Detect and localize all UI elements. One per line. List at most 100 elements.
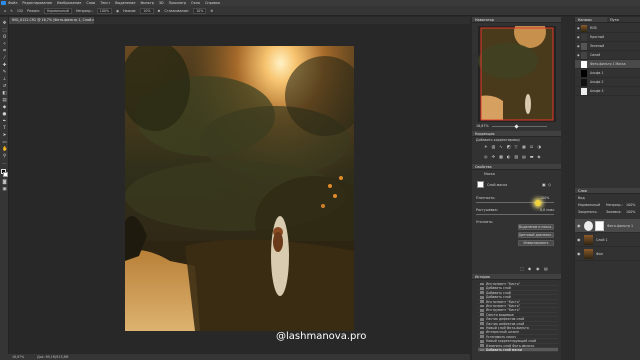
history-item[interactable]: Добавить слой маски	[478, 348, 558, 353]
layers-blend-mode[interactable]: Нормальный	[578, 203, 600, 207]
zoom-tool-icon[interactable]: ⚲	[2, 154, 7, 159]
crop-tool-icon[interactable]: ⌗	[2, 49, 7, 54]
home-icon[interactable]: ⌂	[4, 9, 6, 13]
apply-mask-icon[interactable]: ◆	[528, 266, 531, 271]
delete-mask-icon[interactable]: ▤	[544, 266, 548, 271]
layer-row-photo-filter[interactable]: ◉ Фото-фильтр 1	[575, 219, 640, 233]
airbrush-icon[interactable]: ✱	[158, 9, 161, 13]
adjustments-panel-title[interactable]: Коррекция	[472, 131, 561, 137]
history-panel-title[interactable]: История	[472, 274, 561, 280]
visibility-eye-icon[interactable]: ◉	[577, 223, 581, 228]
smoothing-input[interactable]: 10%	[193, 7, 207, 14]
navigator-panel-title[interactable]: Навигатор	[472, 17, 561, 23]
marquee-tool-icon[interactable]: ⬚	[2, 28, 7, 33]
path-select-tool-icon[interactable]: ➤	[2, 133, 7, 138]
navigator-zoom-slider[interactable]	[492, 126, 547, 127]
navigator-preview[interactable]	[478, 16, 556, 122]
menu-layers[interactable]: Слои	[86, 1, 95, 5]
channel-row[interactable]: ◉ Синий	[575, 51, 640, 60]
gradient-map-icon[interactable]: ▬	[530, 154, 537, 163]
channel-row[interactable]: ◉ Красный	[575, 33, 640, 42]
settings-gear-icon[interactable]: ⚙	[210, 9, 213, 13]
navigator-zoom-value[interactable]: 16,67%	[476, 124, 489, 128]
status-zoom[interactable]: 16,67%	[12, 355, 24, 359]
background-color-swatch[interactable]	[3, 172, 8, 177]
gradient-tool-icon[interactable]: ▤	[2, 98, 7, 103]
channel-row[interactable]: Альфа 2	[575, 78, 640, 87]
vibrance-icon[interactable]: ▽	[515, 144, 522, 153]
menu-text[interactable]: Текст	[100, 1, 110, 5]
menu-file[interactable]: Файл	[8, 1, 17, 5]
properties-panel-title[interactable]: Свойства	[472, 164, 561, 170]
channel-row[interactable]: ◉ RGB	[575, 24, 640, 33]
channel-row[interactable]: Альфа 1	[575, 69, 640, 78]
vector-mask-icon[interactable]: ◇	[548, 182, 551, 187]
mode-select[interactable]: Нормальный	[43, 7, 72, 14]
hue-saturation-icon[interactable]: ▦	[522, 144, 529, 153]
layers-panel-title[interactable]: Слои	[575, 188, 640, 194]
status-doc-info[interactable]: Док: 69,1M/415,8M	[37, 355, 68, 359]
brush-size-value[interactable]: 152	[17, 9, 23, 13]
menu-window[interactable]: Окно	[191, 1, 200, 5]
visibility-eye-icon[interactable]: ◉	[577, 251, 581, 256]
threshold-icon[interactable]: ▤	[522, 154, 529, 163]
visibility-eye-icon[interactable]: ◉	[577, 35, 580, 39]
eyedropper-tool-icon[interactable]: ⁄	[2, 56, 7, 61]
dodge-tool-icon[interactable]: ●	[2, 112, 7, 117]
posterize-icon[interactable]: ▨	[515, 154, 522, 163]
channel-row[interactable]: ◉ Зеленый	[575, 42, 640, 51]
channel-row[interactable]: Альфа 3	[575, 87, 640, 96]
black-white-icon[interactable]: ◑	[537, 144, 544, 153]
lasso-tool-icon[interactable]: ʘ	[2, 35, 7, 40]
menu-3d[interactable]: 3D	[159, 1, 164, 5]
more-tools-icon[interactable]: …	[2, 161, 7, 166]
brightness-icon[interactable]: ☀	[484, 144, 491, 153]
density-value[interactable]: 100%	[540, 196, 549, 200]
healing-brush-tool-icon[interactable]: ✚	[2, 63, 7, 68]
brush-tool-icon[interactable]: ✎	[2, 70, 7, 75]
channel-row[interactable]: Фото-фильтр 1 Маска	[575, 60, 640, 69]
visibility-eye-icon[interactable]: ◉	[577, 26, 580, 30]
invert-icon[interactable]: ◐	[507, 154, 514, 163]
visibility-eye-icon[interactable]: ◉	[577, 237, 581, 242]
channels-tab[interactable]: Каналы	[575, 17, 607, 23]
blur-tool-icon[interactable]: ◆	[2, 105, 7, 110]
menu-image[interactable]: Изображение	[57, 1, 81, 5]
photoshop-logo-icon[interactable]	[1, 1, 6, 5]
layer-mask-thumb[interactable]	[595, 221, 604, 231]
menu-help[interactable]: Справка	[205, 1, 220, 5]
disable-mask-icon[interactable]: ◉	[536, 266, 540, 271]
invert-button[interactable]: Инвертировать	[518, 240, 554, 246]
color-range-button[interactable]: Цветовой диапазон...	[518, 232, 554, 238]
feather-slider[interactable]	[476, 214, 554, 215]
eraser-tool-icon[interactable]: ◧	[2, 91, 7, 96]
mask-thumbnail[interactable]	[477, 181, 484, 188]
layer-row-background[interactable]: ◉ Фон	[575, 247, 640, 261]
visibility-eye-icon[interactable]: ◉	[577, 44, 580, 48]
menu-view[interactable]: Просмотр	[169, 1, 186, 5]
color-lookup-icon[interactable]: ▩	[499, 154, 506, 163]
select-and-mask-button[interactable]: Выделение и маска...	[518, 224, 554, 230]
levels-icon[interactable]: ▥	[492, 144, 499, 153]
paths-tab[interactable]: Пути	[607, 17, 640, 23]
photo-filter-icon[interactable]: ◎	[484, 154, 491, 163]
type-tool-icon[interactable]: T	[2, 126, 7, 131]
load-selection-icon[interactable]: ⬚	[520, 266, 524, 271]
clone-stamp-tool-icon[interactable]: ⊥	[2, 77, 7, 82]
exposure-icon[interactable]: ◩	[507, 144, 514, 153]
layers-kind-filter[interactable]: Вид	[578, 196, 585, 200]
quick-mask-icon[interactable]: ◙	[2, 180, 7, 185]
menu-edit[interactable]: Редактирование	[22, 1, 52, 5]
layer-row-layer-1[interactable]: ◉ Слой 1	[575, 233, 640, 247]
layers-fill-value[interactable]: 100%	[626, 210, 635, 214]
brush-preset-icon[interactable]: ✎	[10, 9, 13, 13]
opacity-input[interactable]: 100%	[96, 7, 113, 14]
menu-filter[interactable]: Фильтр	[140, 1, 153, 5]
feather-value[interactable]: 0,0 пикс	[540, 208, 554, 212]
quick-select-tool-icon[interactable]: ✧	[2, 42, 7, 47]
screen-mode-icon[interactable]: ▣	[2, 187, 7, 192]
hand-tool-icon[interactable]: ✋	[2, 147, 8, 152]
visibility-eye-icon[interactable]: ◉	[577, 53, 580, 57]
move-tool-icon[interactable]: ✥	[2, 21, 7, 26]
selective-color-icon[interactable]: ◈	[537, 154, 544, 163]
